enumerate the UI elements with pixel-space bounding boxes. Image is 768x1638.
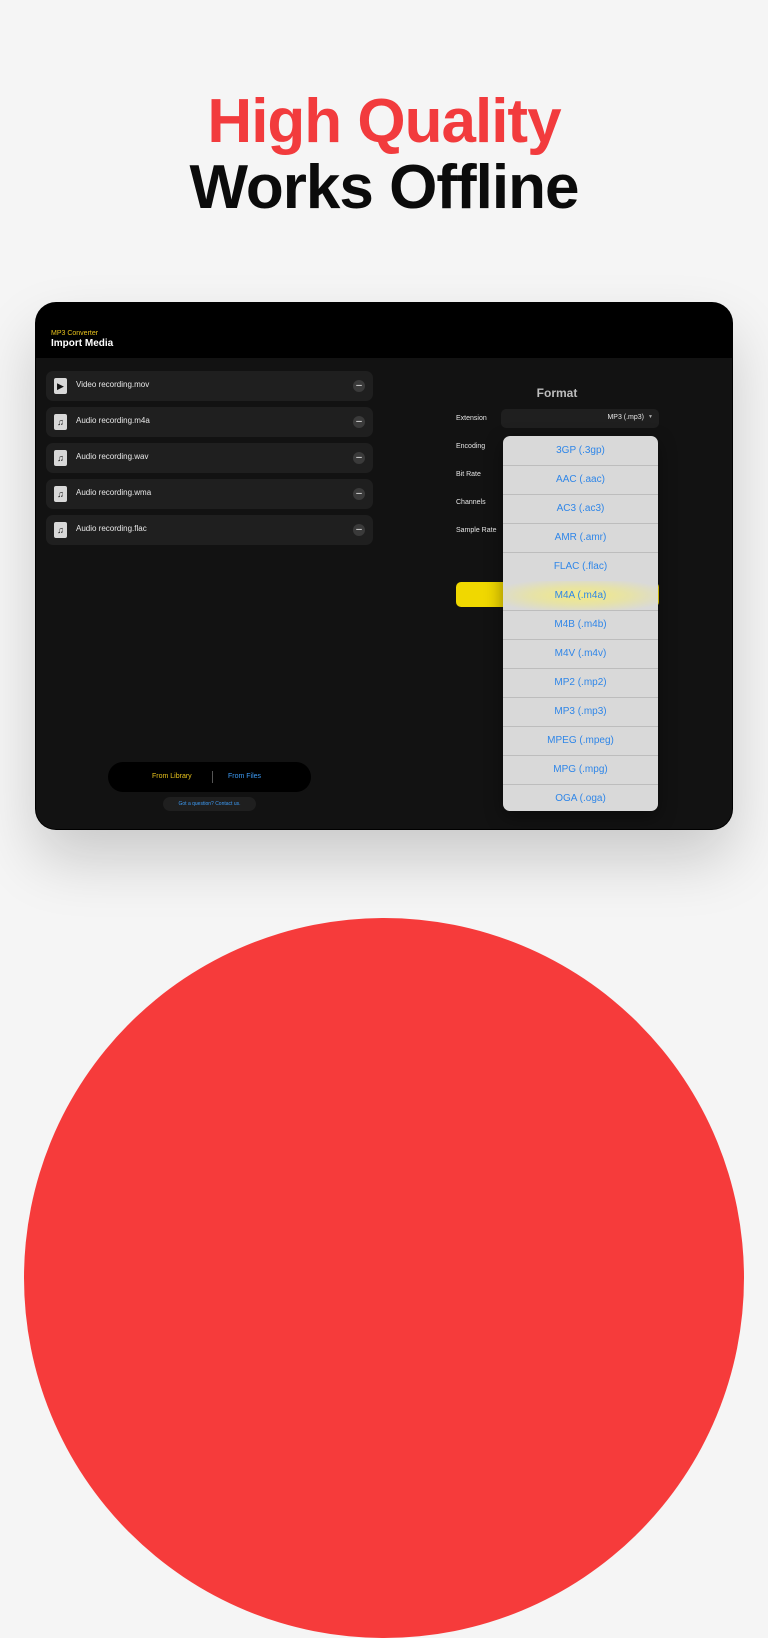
sample-rate-label: Sample Rate	[456, 527, 497, 534]
dropdown-option[interactable]: MPG (.mpg)	[503, 755, 658, 785]
dropdown-option[interactable]: M4V (.m4v)	[503, 639, 658, 669]
chevron-down-icon: ▼	[648, 414, 653, 420]
headline-primary: High Quality	[207, 87, 561, 156]
remove-file-button[interactable]: –	[353, 380, 365, 392]
dropdown-option[interactable]: M4B (.m4b)	[503, 610, 658, 640]
extension-dropdown-menu: 3GP (.3gp) AAC (.aac) AC3 (.ac3) AMR (.a…	[503, 436, 658, 811]
dropdown-option[interactable]: FLAC (.flac)	[503, 552, 658, 582]
page-title: Import Media	[51, 338, 114, 349]
music-note-icon: ♫	[54, 486, 67, 502]
file-name: Audio recording.wav	[76, 452, 149, 461]
bit-rate-label: Bit Rate	[456, 471, 481, 478]
file-name: Audio recording.flac	[76, 524, 147, 533]
divider	[212, 771, 213, 783]
music-note-icon: ♫	[54, 450, 67, 466]
dropdown-option[interactable]: AC3 (.ac3)	[503, 494, 658, 524]
file-row[interactable]: ♫ Audio recording.wma –	[46, 479, 373, 509]
extension-select[interactable]: MP3 (.mp3) ▼	[501, 409, 659, 428]
file-name: Video recording.mov	[76, 380, 150, 389]
file-name: Audio recording.m4a	[76, 416, 150, 425]
main-content: ▶ Video recording.mov – ♫ Audio recordin…	[36, 358, 732, 829]
remove-file-button[interactable]: –	[353, 416, 365, 428]
remove-file-button[interactable]: –	[353, 452, 365, 464]
music-note-icon: ♫	[54, 414, 67, 430]
format-title: Format	[536, 386, 578, 400]
dropdown-option[interactable]: AMR (.amr)	[503, 523, 658, 553]
tablet-frame: MP3 Converter Import Media ▶ Video recor…	[36, 303, 732, 829]
remove-file-button[interactable]: –	[353, 524, 365, 536]
dropdown-option[interactable]: 3GP (.3gp)	[503, 436, 658, 466]
dropdown-option[interactable]: OGA (.oga)	[503, 784, 658, 811]
headline-secondary: Works Offline	[189, 153, 580, 222]
dropdown-option[interactable]: MP2 (.mp2)	[503, 668, 658, 698]
decorative-red-arc	[24, 918, 744, 1638]
dropdown-option[interactable]: MPEG (.mpeg)	[503, 726, 658, 756]
channels-label: Channels	[456, 499, 486, 506]
file-name: Audio recording.wma	[76, 488, 152, 497]
from-library-button[interactable]: From Library	[152, 773, 192, 780]
import-source-bar: From Library From Files	[108, 762, 311, 792]
file-row[interactable]: ▶ Video recording.mov –	[46, 371, 373, 401]
file-row[interactable]: ♫ Audio recording.m4a –	[46, 407, 373, 437]
encoding-label: Encoding	[456, 443, 486, 450]
dropdown-option-highlighted[interactable]: M4A (.m4a)	[503, 581, 658, 611]
extension-value: MP3 (.mp3)	[607, 414, 644, 421]
extension-label: Extension	[456, 415, 487, 422]
dropdown-option[interactable]: MP3 (.mp3)	[503, 697, 658, 727]
app-name: MP3 Converter	[51, 330, 99, 337]
navigation-bar: MP3 Converter Import Media	[36, 303, 732, 358]
contact-link[interactable]: Got a question? Contact us.	[163, 797, 256, 811]
music-note-icon: ♫	[54, 522, 67, 538]
remove-file-button[interactable]: –	[353, 488, 365, 500]
file-row[interactable]: ♫ Audio recording.flac –	[46, 515, 373, 545]
from-files-button[interactable]: From Files	[228, 773, 261, 780]
file-row[interactable]: ♫ Audio recording.wav –	[46, 443, 373, 473]
play-icon: ▶	[54, 378, 67, 394]
dropdown-option[interactable]: AAC (.aac)	[503, 465, 658, 495]
